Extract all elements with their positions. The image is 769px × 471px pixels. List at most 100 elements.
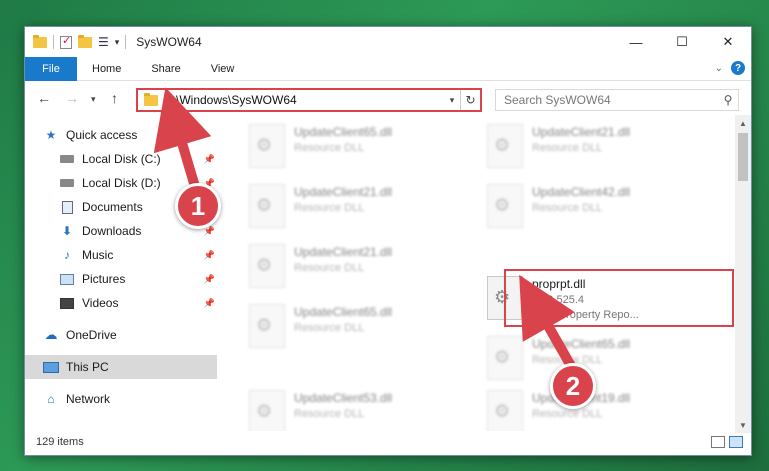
file-description: Resource DLL: [294, 408, 365, 420]
sidebar-item-label: Documents: [82, 200, 143, 214]
file-item[interactable]: UpdateClient19.dllResource DLL: [483, 385, 711, 431]
address-bar[interactable]: C:\Windows\SysWOW64 ▾ ↻: [136, 88, 482, 112]
document-icon: [59, 200, 75, 214]
tab-share[interactable]: Share: [136, 63, 195, 75]
scroll-up-icon[interactable]: ▲: [735, 115, 751, 131]
status-bar: 129 items: [25, 429, 751, 455]
music-icon: ♪: [64, 248, 70, 262]
file-name: UpdateClient53.dll: [294, 391, 393, 405]
sidebar-item-music[interactable]: ♪ Music 📌: [25, 243, 217, 267]
drive-icon: [59, 176, 75, 190]
sidebar-item-label: Local Disk (D:): [82, 176, 161, 190]
sidebar-item-quick-access[interactable]: ★ Quick access: [25, 123, 217, 147]
search-input[interactable]: Search SysWOW64: [504, 93, 718, 107]
vertical-scrollbar[interactable]: ▲ ▼: [735, 115, 751, 433]
file-name: UpdateClient65.dll: [532, 337, 631, 351]
step-marker-1: 1: [175, 183, 221, 229]
refresh-icon[interactable]: ↻: [460, 90, 480, 110]
sidebar-item-pictures[interactable]: Pictures 📌: [25, 267, 217, 291]
view-options-icon[interactable]: ☰: [98, 35, 109, 49]
expand-ribbon-icon[interactable]: ⌄: [715, 63, 723, 74]
forward-arrow-icon[interactable]: →: [65, 90, 79, 106]
sidebar-item-label: Local Disk (C:): [82, 152, 161, 166]
sidebar-item-label: This PC: [66, 360, 109, 374]
pin-icon[interactable]: 📌: [204, 154, 215, 165]
scrollbar-thumb[interactable]: [738, 133, 748, 181]
file-name: UpdateClient21.dll: [532, 125, 631, 139]
recent-locations-icon[interactable]: ▾: [91, 94, 96, 105]
picture-icon: [59, 272, 75, 286]
sidebar-item-label: Videos: [82, 296, 119, 310]
file-description: Resource DLL: [294, 142, 365, 154]
file-item[interactable]: UpdateClient21.dll Resource DLL: [245, 179, 473, 233]
file-item[interactable]: UpdateClient65.dllResource DLL: [245, 299, 473, 353]
sidebar-item-label: OneDrive: [66, 328, 117, 342]
sidebar-item-label: Network: [66, 392, 111, 406]
file-item[interactable]: UpdateClient65.dllResource DLL: [483, 331, 711, 385]
view-switcher: [711, 436, 743, 448]
sidebar-item-onedrive[interactable]: ☁ OneDrive: [25, 323, 217, 347]
file-name: UpdateClient42.dll: [532, 185, 631, 199]
pin-icon[interactable]: 📌: [204, 250, 215, 261]
dll-file-icon: [487, 390, 523, 431]
file-name: UpdateClient21.dll: [294, 245, 393, 259]
download-icon: ⬇: [61, 224, 73, 238]
file-description: Resource DLL: [294, 202, 365, 214]
search-icon[interactable]: ⚲: [718, 93, 738, 107]
toolbar-separator: [125, 35, 127, 49]
up-arrow-icon[interactable]: ↑: [111, 90, 118, 106]
file-name: UpdateClient21.dll: [294, 185, 393, 199]
dll-file-icon: [249, 124, 285, 168]
dll-file-icon: [249, 244, 285, 288]
minimize-button[interactable]: —: [613, 27, 659, 57]
sidebar-item-videos[interactable]: Videos 📌: [25, 291, 217, 315]
file-item[interactable]: UpdateClient21.dll Resource DLL: [483, 119, 711, 173]
tab-view[interactable]: View: [196, 63, 250, 75]
address-dropdown-icon[interactable]: ▾: [444, 95, 460, 106]
pin-icon[interactable]: 📌: [204, 274, 215, 285]
navigation-pane: ★ Quick access Local Disk (C:) 📌 Local D…: [25, 123, 217, 423]
sidebar-item-label: Pictures: [82, 272, 126, 286]
close-button[interactable]: ✕: [705, 27, 751, 57]
file-item[interactable]: UpdateClient65.dll Resource DLL: [245, 119, 473, 173]
step-marker-2: 2: [550, 363, 596, 409]
dll-file-icon: [249, 390, 285, 431]
sidebar-item-local-disk-c[interactable]: Local Disk (C:) 📌: [25, 147, 217, 171]
properties-icon[interactable]: [60, 34, 72, 49]
file-name: UpdateClient65.dll: [294, 125, 393, 139]
help-icon[interactable]: ?: [731, 61, 745, 75]
video-icon: [59, 296, 75, 310]
maximize-button[interactable]: ☐: [659, 27, 705, 57]
dll-file-icon: [487, 184, 523, 228]
address-path[interactable]: C:\Windows\SysWOW64: [164, 93, 444, 107]
dll-file-icon: [249, 304, 285, 348]
back-arrow-icon[interactable]: ←: [37, 90, 51, 106]
tab-home[interactable]: Home: [77, 63, 136, 75]
file-item[interactable]: UpdateClient53.dll Resource DLL: [245, 385, 473, 431]
window-controls: — ☐ ✕: [613, 27, 751, 57]
dll-file-icon: [487, 336, 523, 380]
file-description: Resource DLL: [294, 322, 365, 334]
tab-file[interactable]: File: [25, 56, 77, 81]
network-icon: ⌂: [47, 392, 55, 406]
dll-file-icon: [249, 184, 285, 228]
sidebar-item-label: Downloads: [82, 224, 142, 238]
customize-toolbar-icon[interactable]: ▾: [115, 37, 120, 48]
file-item[interactable]: UpdateClient21.dll Resource DLL: [245, 239, 473, 293]
file-description: Resource DLL: [532, 408, 603, 420]
search-box[interactable]: Search SysWOW64 ⚲: [495, 89, 739, 111]
file-item[interactable]: UpdateClient42.dll Resource DLL: [483, 179, 711, 233]
new-folder-icon[interactable]: [78, 34, 92, 48]
sidebar-item-network[interactable]: ⌂ Network: [25, 387, 217, 411]
sidebar-item-label: Quick access: [66, 128, 138, 142]
file-highlight-box: [504, 269, 734, 327]
details-view-icon[interactable]: [711, 436, 725, 448]
toolbar-separator: [53, 35, 54, 49]
pin-icon[interactable]: 📌: [204, 298, 215, 309]
star-icon: ★: [45, 128, 57, 142]
dll-file-icon: [487, 124, 523, 168]
navigation-bar: ← → ▾ ↑ C:\Windows\SysWOW64 ▾ ↻ Search S…: [25, 85, 751, 115]
sidebar-item-this-pc[interactable]: This PC: [25, 355, 217, 379]
large-icons-view-icon[interactable]: [729, 436, 743, 448]
folder-icon[interactable]: [33, 34, 47, 48]
